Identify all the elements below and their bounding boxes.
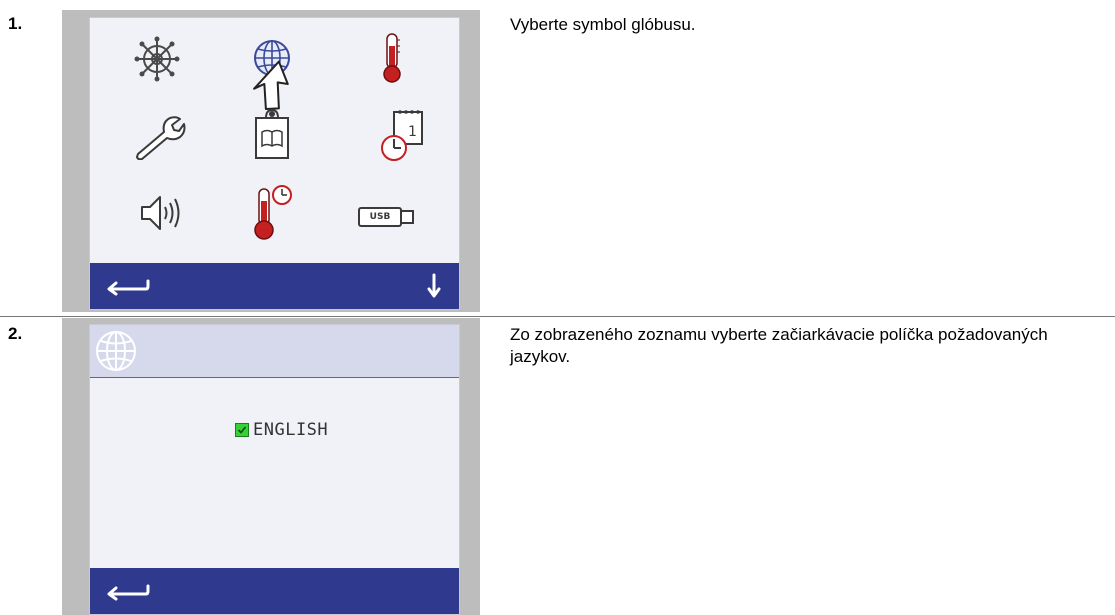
device-screen-menu: 1 USB	[89, 17, 460, 310]
usb-body: USB	[358, 207, 402, 227]
step-1-screenshot-frame: 1 USB	[62, 10, 480, 312]
nav-bar	[90, 263, 459, 309]
language-list-item[interactable]: ENGLISH	[235, 420, 328, 440]
step-1-number: 1.	[8, 14, 23, 33]
thermometer-clock-icon[interactable]	[250, 183, 294, 241]
nav-bar	[90, 568, 459, 614]
usb-connector	[402, 210, 414, 224]
step-1-instruction: Vyberte symbol glóbusu.	[510, 15, 696, 34]
calendar-day-label: 1	[408, 124, 417, 140]
step-divider	[0, 316, 1115, 317]
globe-icon	[96, 331, 136, 371]
step-2-screenshot-frame: ENGLISH	[62, 318, 480, 615]
calendar-clock-icon[interactable]: 1	[380, 106, 426, 162]
checkmark-icon	[237, 426, 247, 434]
back-arrow-icon[interactable]	[106, 583, 150, 601]
back-arrow-icon[interactable]	[106, 278, 150, 296]
language-label: ENGLISH	[253, 420, 329, 440]
speaker-icon[interactable]	[138, 193, 182, 233]
step-2-number: 2.	[8, 324, 23, 343]
thermometer-icon[interactable]	[380, 32, 404, 84]
wrench-icon[interactable]	[134, 114, 186, 160]
usb-drive-icon[interactable]: USB	[358, 207, 414, 227]
down-arrow-icon[interactable]	[427, 273, 441, 299]
screen-header	[90, 325, 459, 378]
ship-wheel-icon[interactable]	[134, 36, 180, 82]
manual-book-icon[interactable]	[252, 106, 292, 162]
step-2-instruction: Zo zobrazeného zoznamu vyberte začiarkáv…	[510, 325, 1048, 366]
device-screen-language: ENGLISH	[89, 324, 460, 615]
language-checkbox[interactable]	[235, 423, 249, 437]
